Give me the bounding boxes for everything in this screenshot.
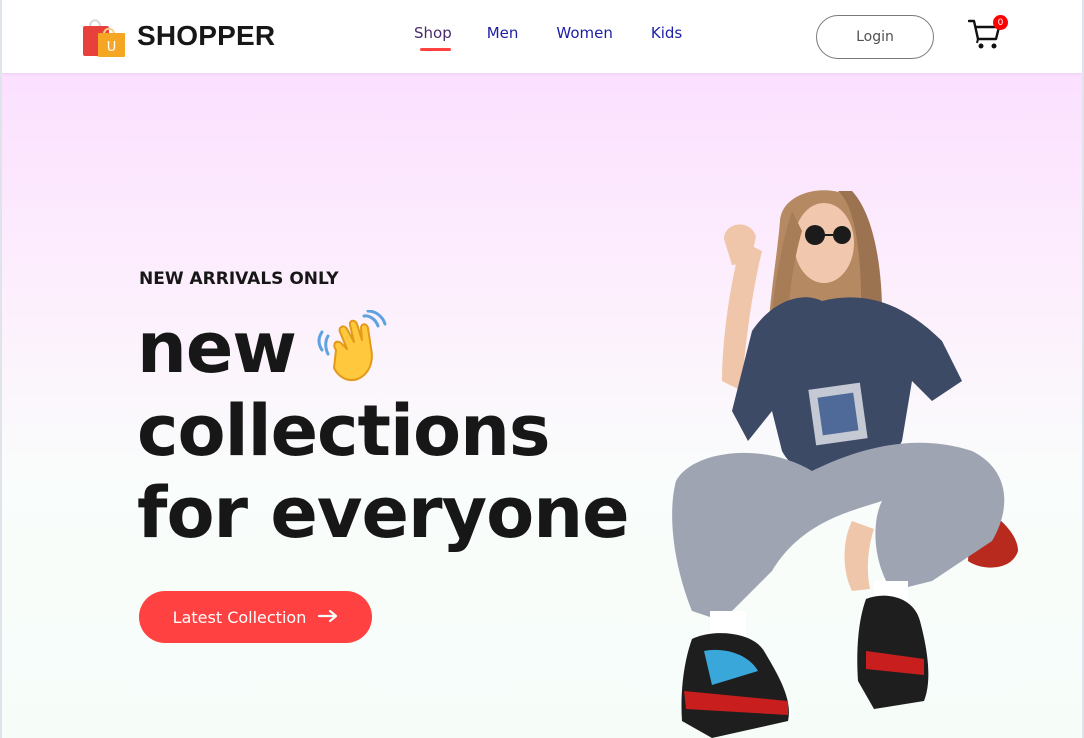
brand-name: SHOPPER [137, 20, 276, 51]
cta-label: Latest Collection [172, 607, 307, 627]
hero-model-image [652, 181, 1032, 738]
waving-hand-icon [314, 309, 388, 384]
hero-headline-line-1: new [137, 307, 297, 389]
menu-item-label: Men [486, 24, 519, 42]
brand-logo[interactable]: U SHOPPER [81, 14, 275, 58]
menu-item-shop[interactable]: Shop [414, 24, 452, 51]
hero-tagline: NEW ARRIVALS ONLY [139, 269, 339, 289]
menu-item-kids[interactable]: Kids [651, 24, 682, 42]
hero-section: NEW ARRIVALS ONLY new collections for ev… [2, 73, 1082, 738]
hero-headline-line-2: collections [137, 390, 551, 472]
menu-item-label: Shop [414, 24, 452, 42]
login-button[interactable]: Login [816, 15, 934, 59]
navbar: U SHOPPER Shop Men Women Kids Login 0 [2, 0, 1082, 73]
hero-headline-line-3: for everyone [137, 472, 630, 554]
menu-item-women[interactable]: Women [556, 24, 612, 42]
latest-collection-button[interactable]: Latest Collection [139, 591, 372, 643]
main-menu: Shop Men Women Kids [414, 24, 682, 51]
menu-item-men[interactable]: Men [487, 24, 519, 42]
cart-count-badge: 0 [993, 15, 1008, 30]
active-underline [420, 48, 451, 51]
shopping-bag-icon: U [81, 14, 127, 58]
arrow-right-icon [318, 608, 338, 627]
menu-item-label: Kids [650, 24, 683, 42]
page-frame: U SHOPPER Shop Men Women Kids Login 0 NE… [0, 0, 1084, 738]
menu-item-label: Women [556, 24, 613, 42]
svg-text:U: U [107, 40, 117, 55]
